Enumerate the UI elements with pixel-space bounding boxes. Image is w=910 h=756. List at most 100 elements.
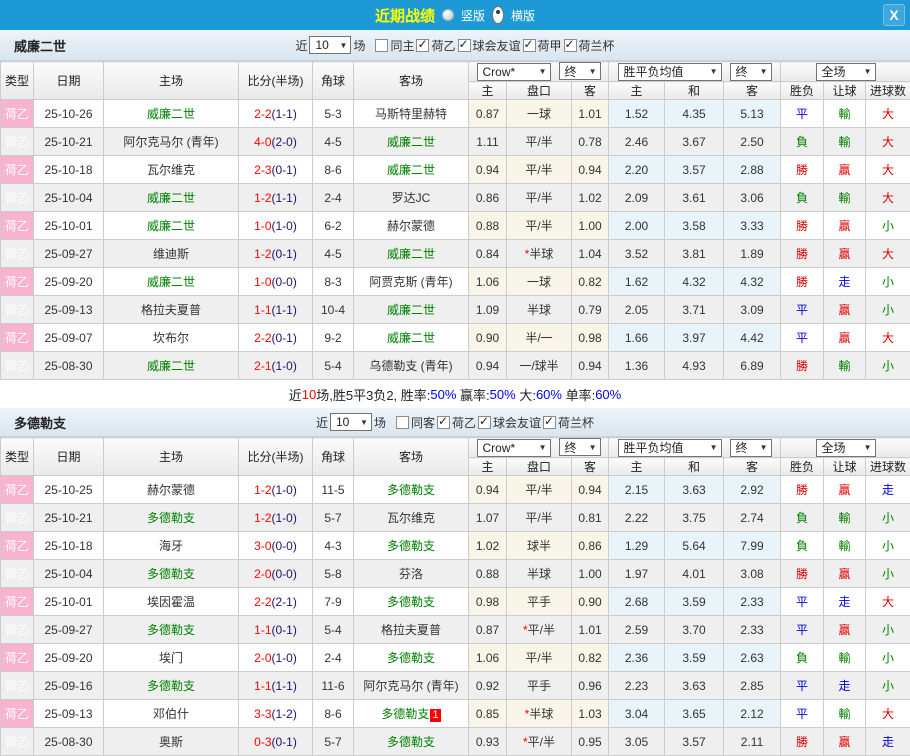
avg-final-select[interactable]: 终▼ — [730, 439, 772, 457]
avg-home-odds-cell: 2.05 — [609, 296, 665, 324]
handicap-result-cell: 贏 — [824, 156, 866, 184]
halftime-score: (0-1) — [272, 623, 297, 637]
same-away-checkbox[interactable] — [396, 416, 409, 429]
avg-group-header: 胜平负均值▼ 终▼ — [609, 438, 781, 458]
corner-cell: 8-6 — [313, 700, 354, 728]
home-team-cell: 威廉二世 — [104, 352, 239, 380]
away-team-name: 多德勒支 — [387, 539, 435, 553]
close-button[interactable]: X — [883, 4, 905, 26]
home-odds-cell: 1.06 — [469, 644, 507, 672]
handicap-cell: *平手 — [507, 672, 572, 700]
handicap-result-cell: 輸 — [824, 504, 866, 532]
league-checkbox-3[interactable] — [564, 39, 577, 52]
league-checkbox-0[interactable] — [437, 416, 450, 429]
handicap-name: 一球 — [527, 275, 551, 289]
section-bar-dordrecht: 多德勒支 近 10▼ 场 同客 荷乙 球会友谊 荷兰杯 — [0, 408, 910, 437]
near-label: 近 — [295, 37, 307, 54]
filter-bar: 近 10▼ 场 同客 荷乙 球会友谊 荷兰杯 — [315, 413, 595, 431]
goals-result-cell: 大 — [866, 184, 910, 212]
away-team-name: 赫尔蒙德 — [387, 219, 435, 233]
handicap-result-cell: 贏 — [824, 212, 866, 240]
near-label: 近 — [316, 414, 328, 431]
halftime-score: (0-0) — [272, 567, 297, 581]
halftime-score: (1-0) — [272, 359, 297, 373]
score-cell: 1-2(1-1) — [239, 184, 313, 212]
avg-draw-odds-cell: 3.57 — [665, 156, 724, 184]
date-cell: 25-08-30 — [34, 352, 104, 380]
avg-source-select[interactable]: 胜平负均值▼ — [618, 439, 722, 457]
away-odds-cell: 0.79 — [572, 296, 609, 324]
avg-away-odds-cell: 2.85 — [724, 672, 781, 700]
fulltime-score: 1-1 — [254, 303, 271, 317]
same-home-checkbox[interactable] — [375, 39, 388, 52]
odds-source-select[interactable]: Crow*▼ — [477, 439, 551, 457]
league-checkbox-0[interactable] — [416, 39, 429, 52]
col-corner-header: 角球 — [313, 62, 354, 100]
odds-group-header: Crow*▼ 终▼ — [469, 62, 609, 82]
home-odds-cell: 0.88 — [469, 560, 507, 588]
fullmatch-select[interactable]: 全场▼ — [816, 63, 876, 81]
match-row: 荷乙 25-10-01 埃因霍温 2-2(2-1) 7-9 多德勒支 0.98 … — [1, 588, 910, 616]
away-team-cell: 多德勒支 — [354, 532, 469, 560]
table-body: 荷乙 25-10-26 威廉二世 2-2(1-1) 5-3 马斯特里赫特 0.8… — [1, 100, 910, 380]
fulltime-score: 1-2 — [254, 247, 271, 261]
match-row: 荷乙 25-10-18 海牙 3-0(0-0) 4-3 多德勒支 1.02 *球… — [1, 532, 910, 560]
league-checkbox-2[interactable] — [543, 416, 556, 429]
chevron-down-icon: ▼ — [539, 67, 547, 76]
home-odds-cell: 0.94 — [469, 476, 507, 504]
match-row: 荷乙 25-10-18 瓦尔维克 2-3(0-1) 8-6 威廉二世 0.94 … — [1, 156, 910, 184]
home-odds-cell: 0.88 — [469, 212, 507, 240]
league-checkbox-1[interactable] — [478, 416, 491, 429]
home-team-cell: 海牙 — [104, 532, 239, 560]
vertical-layout-radio[interactable] — [442, 9, 454, 21]
avg-draw-odds-cell: 3.63 — [665, 476, 724, 504]
handicap-cell: *一/球半 — [507, 352, 572, 380]
away-team-cell: 格拉夫夏普 — [354, 616, 469, 644]
corner-cell: 4-3 — [313, 532, 354, 560]
handicap-name: 平/半 — [528, 623, 555, 637]
result-cell: 負 — [781, 644, 824, 672]
match-row: 荷乙 25-10-04 威廉二世 1-2(1-1) 2-4 罗达JC 0.86 … — [1, 184, 910, 212]
league-checkbox-2[interactable] — [523, 39, 536, 52]
away-odds-cell: 0.96 — [572, 672, 609, 700]
odds-handicap-header: 盘口 — [507, 458, 572, 476]
corner-cell: 4-5 — [313, 240, 354, 268]
odds-final-select[interactable]: 终▼ — [559, 62, 601, 80]
handicap-cell: *平/半 — [507, 184, 572, 212]
home-team-cell: 维迪斯 — [104, 240, 239, 268]
away-team-name: 芬洛 — [399, 567, 423, 581]
away-team-name: 多德勒支 — [387, 735, 435, 749]
avg-draw-odds-cell: 4.32 — [665, 268, 724, 296]
away-team-name: 威廉二世 — [387, 331, 435, 345]
avg-draw-odds-cell: 4.35 — [665, 100, 724, 128]
league-label-2: 荷兰杯 — [558, 414, 594, 431]
avg-draw-odds-cell: 4.01 — [665, 560, 724, 588]
handicap-name: 平/半 — [525, 511, 552, 525]
chevron-down-icon: ▼ — [589, 67, 597, 76]
horizontal-layout-label: 横版 — [511, 7, 535, 24]
away-odds-cell: 0.82 — [572, 268, 609, 296]
result-cell: 勝 — [781, 728, 824, 756]
home-team-cell: 格拉夫夏普 — [104, 296, 239, 324]
away-team-name: 多德勒支 — [387, 483, 435, 497]
score-cell: 1-1(1-1) — [239, 296, 313, 324]
avg-away-odds-cell: 1.89 — [724, 240, 781, 268]
handicap-name: 半球 — [527, 303, 551, 317]
fullmatch-select[interactable]: 全场▼ — [816, 439, 876, 457]
away-team-cell: 赫尔蒙德 — [354, 212, 469, 240]
avg-source-select[interactable]: 胜平负均值▼ — [618, 63, 722, 81]
league-checkbox-1[interactable] — [458, 39, 471, 52]
odds-source-select[interactable]: Crow*▼ — [477, 63, 551, 81]
stat-segment: 近 — [289, 385, 302, 404]
handicap-cell: *平/半 — [507, 156, 572, 184]
avg-home-odds-cell: 1.62 — [609, 268, 665, 296]
near-count-select[interactable]: 10▼ — [309, 36, 351, 54]
near-count-select[interactable]: 10▼ — [330, 413, 372, 431]
avg-final-select[interactable]: 终▼ — [730, 63, 772, 81]
date-cell: 25-10-04 — [34, 184, 104, 212]
date-cell: 25-10-21 — [34, 504, 104, 532]
horizontal-layout-radio[interactable] — [492, 6, 504, 24]
avg-away-odds-cell: 2.50 — [724, 128, 781, 156]
home-odds-cell: 0.90 — [469, 324, 507, 352]
odds-final-select[interactable]: 终▼ — [559, 438, 601, 456]
